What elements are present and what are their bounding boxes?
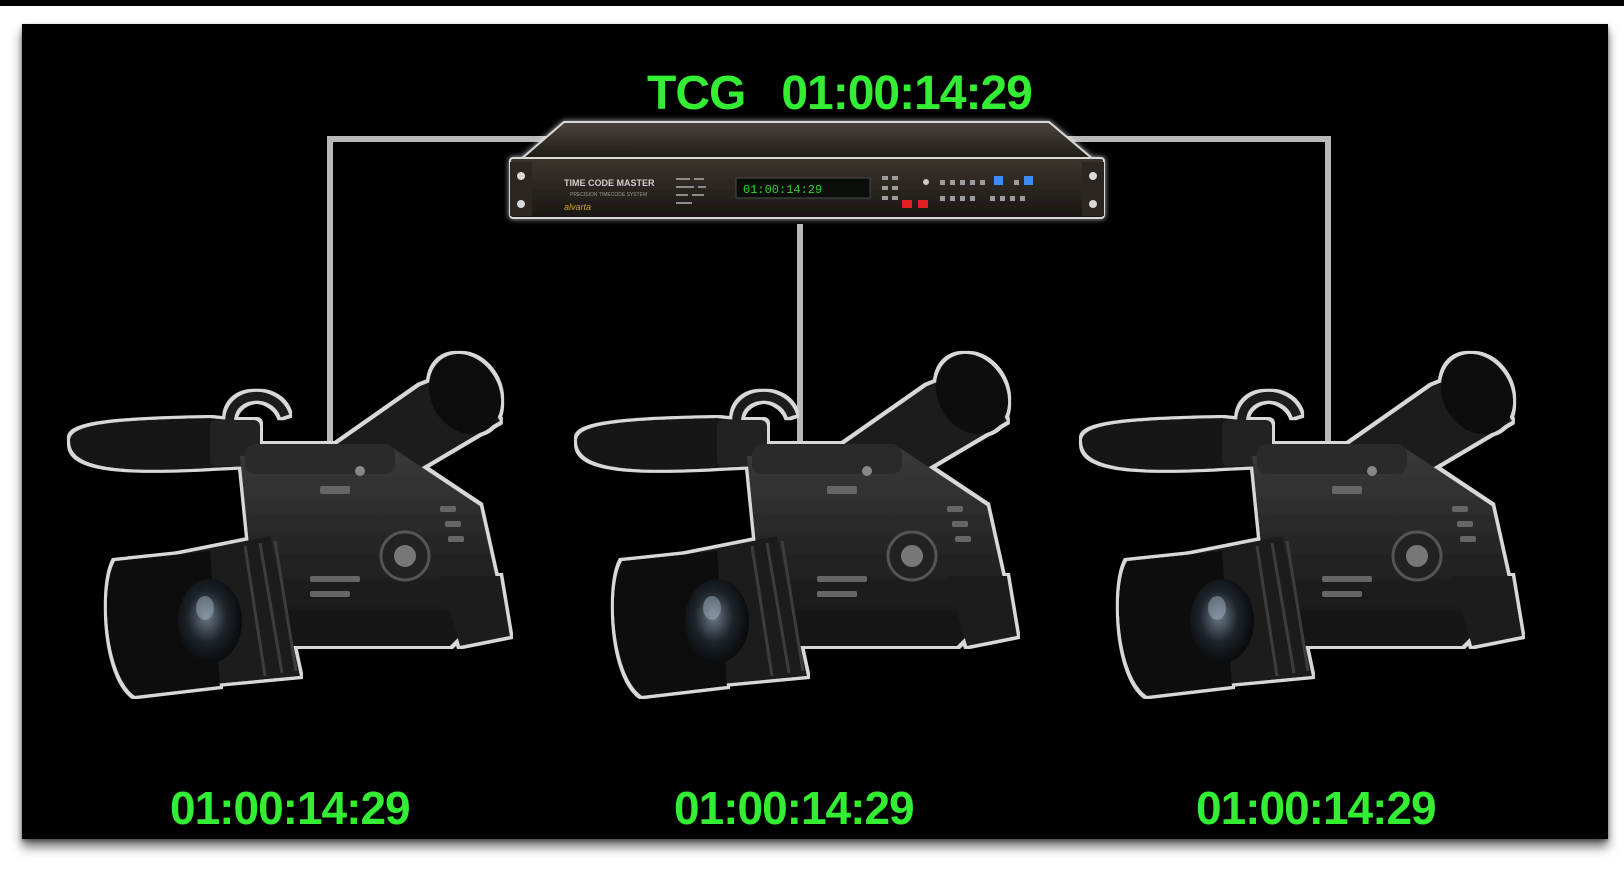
top-border	[0, 0, 1624, 6]
video-camera-icon	[567, 346, 1027, 716]
device-red-button	[918, 200, 928, 208]
device-blue-button	[1024, 176, 1033, 185]
device-subtitle: PRECISION TIMECODE SYSTEM	[570, 192, 647, 198]
video-camera-icon	[60, 346, 520, 716]
device-logo: alvarta	[564, 202, 591, 212]
diagram-panel: TCG 01:00:14:29 TIME CODE MASTER PRECISI…	[22, 24, 1608, 839]
device-blue-button	[994, 176, 1003, 185]
camera-1-timecode: 01:00:14:29	[170, 782, 411, 834]
camera-3-timecode: 01:00:14:29	[1196, 782, 1437, 834]
timecode-generator-device-icon: TIME CODE MASTER PRECISION TIMECODE SYST…	[509, 121, 1105, 219]
device-display-readout: 01:00:14:29	[743, 183, 822, 197]
device-red-button	[902, 200, 912, 208]
camera-2-timecode: 01:00:14:29	[674, 782, 915, 834]
device-brand: TIME CODE MASTER	[564, 178, 655, 188]
video-camera-icon	[1072, 346, 1532, 716]
